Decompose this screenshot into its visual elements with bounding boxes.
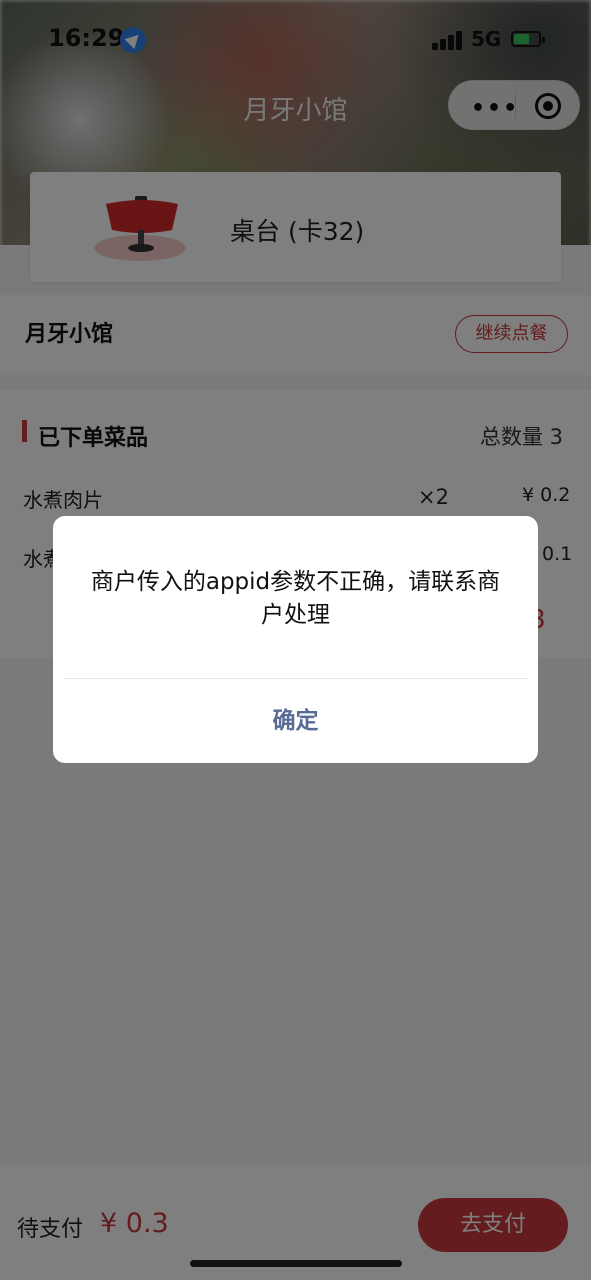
home-indicator[interactable] [190,1260,402,1267]
dialog-message: 商户传入的appid参数不正确，请联系商户处理 [90,569,501,628]
confirm-button[interactable]: 确定 [53,679,538,763]
error-dialog: 商户传入的appid参数不正确，请联系商户处理 确定 [53,516,538,763]
